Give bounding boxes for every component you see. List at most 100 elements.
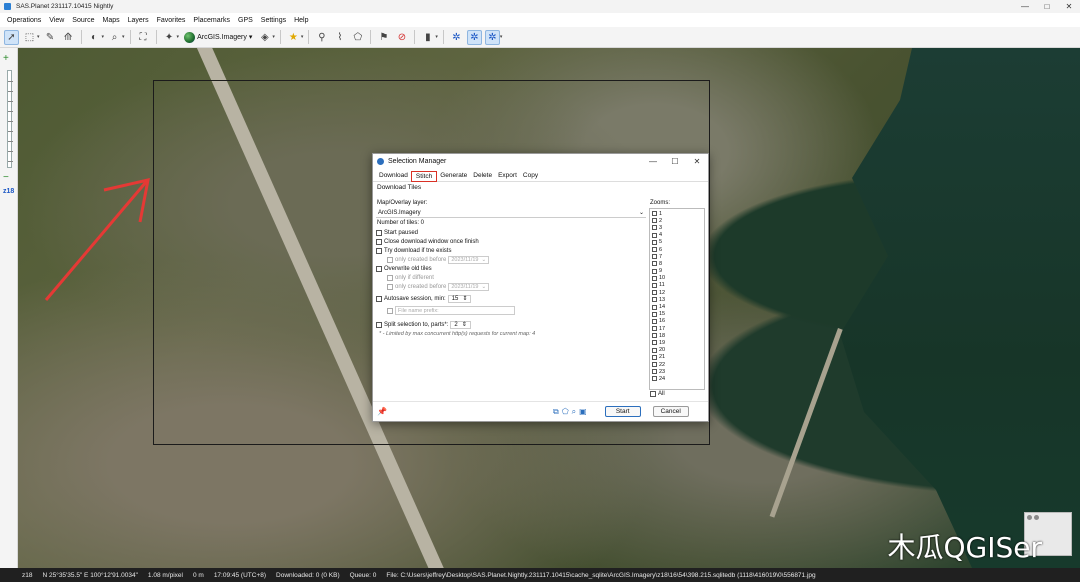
zoom-list-item[interactable]: 23 (652, 368, 702, 375)
menu-layers[interactable]: Layers (127, 17, 150, 24)
zoom-list-item[interactable]: 9 (652, 268, 702, 275)
menu-source[interactable]: Source (71, 17, 95, 24)
zoom-checkbox[interactable] (652, 340, 657, 346)
zoom-list-item[interactable]: 14 (652, 303, 702, 310)
gps-track-icon[interactable]: ✲ (466, 29, 482, 45)
zoom-list-item[interactable]: 2 (652, 217, 702, 224)
zoom-out-icon[interactable]: − (3, 172, 9, 183)
zoom-checkbox[interactable] (652, 354, 657, 360)
chevron-down-icon[interactable]: ▾ (177, 34, 180, 40)
zoom-list-item[interactable]: 1 (652, 210, 702, 217)
zoom-list-item[interactable]: 19 (652, 339, 702, 346)
split-spinner[interactable]: 2 ⇕ (450, 320, 471, 329)
pin-icon[interactable]: 📌 (377, 407, 387, 416)
save-icon[interactable]: ▣ (579, 407, 587, 417)
zoom-icon[interactable]: ⌕ (107, 30, 122, 45)
copy-icon[interactable]: ⧉ (553, 407, 559, 417)
zoom-slider[interactable] (7, 70, 13, 168)
zoom-list-item[interactable]: 4 (652, 232, 702, 239)
zoom-checkbox[interactable] (652, 376, 657, 382)
layer-select[interactable]: ArcGIS.Imagery ⌄ (376, 208, 646, 218)
zooms-list[interactable]: 1 2 3 4 5 6 7 8 9 10 11 12 13 14 15 16 17 18 19 20 21 22 23 24 (649, 208, 705, 390)
star-icon[interactable]: ★ (286, 30, 301, 45)
zoom-list-item[interactable]: 20 (652, 347, 702, 354)
ruler-icon[interactable]: ✎ (43, 30, 58, 45)
autosave-spinner[interactable]: 15 ⇕ (447, 294, 472, 303)
overwrite-checkbox[interactable] (376, 265, 382, 272)
date-picker-2[interactable]: 2023/11/19 ⌄ (448, 282, 490, 291)
prefix-checkbox[interactable] (387, 307, 393, 314)
zoom-list-item[interactable]: 11 (652, 282, 702, 289)
zoom-checkbox[interactable] (652, 268, 657, 274)
zoom-list-item[interactable]: 16 (652, 318, 702, 325)
select-area-icon[interactable]: ⬚ (22, 30, 37, 45)
zoom-list-item[interactable]: 22 (652, 361, 702, 368)
path-icon[interactable]: ⌇ (332, 30, 347, 45)
settings-panel-icon[interactable]: ▮ (420, 30, 435, 45)
globe-nav-icon[interactable]: ◐ (87, 30, 102, 45)
polygon-edit-icon[interactable]: ⬠ (562, 407, 569, 417)
close-window-row[interactable]: Close download window once finish (376, 237, 648, 246)
zoom-list-item[interactable]: 3 (652, 224, 702, 231)
overwrite-row[interactable]: Overwrite old tiles (376, 264, 648, 273)
marks-icon[interactable]: ⚑ (376, 30, 391, 45)
zoom-list-item[interactable]: 15 (652, 311, 702, 318)
chevron-down-icon[interactable]: ▾ (435, 34, 438, 40)
tab-download[interactable]: Download (376, 172, 411, 181)
chevron-down-icon[interactable]: ▾ (301, 34, 304, 40)
start-paused-checkbox[interactable] (376, 229, 382, 236)
tab-copy[interactable]: Copy (520, 172, 541, 181)
file-name-prefix-input[interactable]: File name prefix: (395, 306, 515, 315)
start-button[interactable]: Start (604, 406, 641, 417)
hide-marks-icon[interactable]: ⊘ (394, 30, 409, 45)
zoom-checkbox[interactable] (652, 318, 657, 324)
spinner-arrows-icon[interactable]: ⇕ (462, 321, 467, 328)
zoom-checkbox[interactable] (652, 369, 657, 375)
zoom-checkbox[interactable] (652, 333, 657, 339)
zoom-checkbox[interactable] (652, 297, 657, 303)
minimize-button[interactable]: — (1014, 0, 1036, 13)
zoom-list-item[interactable]: 8 (652, 260, 702, 267)
map-source-select[interactable]: ArcGIS.Imagery ▾ (182, 31, 254, 43)
spinner-arrows-icon[interactable]: ⇕ (462, 295, 467, 302)
chevron-down-icon[interactable]: ▾ (122, 34, 125, 40)
zoom-list-item[interactable]: 5 (652, 239, 702, 246)
tab-delete[interactable]: Delete (470, 172, 495, 181)
zoom-checkbox[interactable] (652, 211, 657, 217)
zoom-checkbox[interactable] (652, 232, 657, 238)
menu-placemarks[interactable]: Placemarks (192, 17, 231, 24)
tab-export[interactable]: Export (495, 172, 520, 181)
zoom-list-item[interactable]: 12 (652, 289, 702, 296)
zoom-checkbox[interactable] (652, 311, 657, 317)
zoom-checkbox[interactable] (652, 275, 657, 281)
only-created-checkbox-2[interactable] (387, 283, 393, 290)
pointer-icon[interactable]: ➚ (4, 29, 19, 45)
chevron-down-icon[interactable]: ▾ (272, 34, 275, 40)
zoom-checkbox[interactable] (652, 282, 657, 288)
polygon-icon[interactable]: ⬠ (350, 30, 365, 45)
zoom-to-icon[interactable]: ⌕ (572, 407, 576, 417)
zoom-list-item[interactable]: 13 (652, 296, 702, 303)
zoom-in-icon[interactable]: + (3, 53, 9, 64)
menu-maps[interactable]: Maps (101, 17, 120, 24)
start-paused-row[interactable]: Start paused (376, 228, 648, 237)
zoom-list-item[interactable]: 10 (652, 275, 702, 282)
menu-view[interactable]: View (48, 17, 65, 24)
zoom-checkbox[interactable] (652, 347, 657, 353)
close-button[interactable]: ✕ (1058, 0, 1080, 13)
zoom-checkbox[interactable] (652, 362, 657, 368)
tab-generate[interactable]: Generate (437, 172, 470, 181)
menu-operations[interactable]: Operations (6, 17, 42, 24)
autosave-row[interactable]: Autosave session, min: 15 ⇕ (376, 294, 648, 303)
chevron-down-icon[interactable]: ▾ (500, 34, 503, 40)
zoom-checkbox[interactable] (652, 218, 657, 224)
compass-icon[interactable]: ⟰ (61, 30, 76, 45)
placemark-icon[interactable]: ⚲ (314, 30, 329, 45)
zoom-checkbox[interactable] (652, 261, 657, 267)
zoom-list-item[interactable]: 24 (652, 375, 702, 382)
zoom-checkbox[interactable] (652, 239, 657, 245)
date-picker-1[interactable]: 2023/11/19 ⌄ (448, 255, 490, 264)
zoom-list-item[interactable]: 6 (652, 246, 702, 253)
zoom-list-item[interactable]: 17 (652, 325, 702, 332)
menu-help[interactable]: Help (293, 17, 309, 24)
